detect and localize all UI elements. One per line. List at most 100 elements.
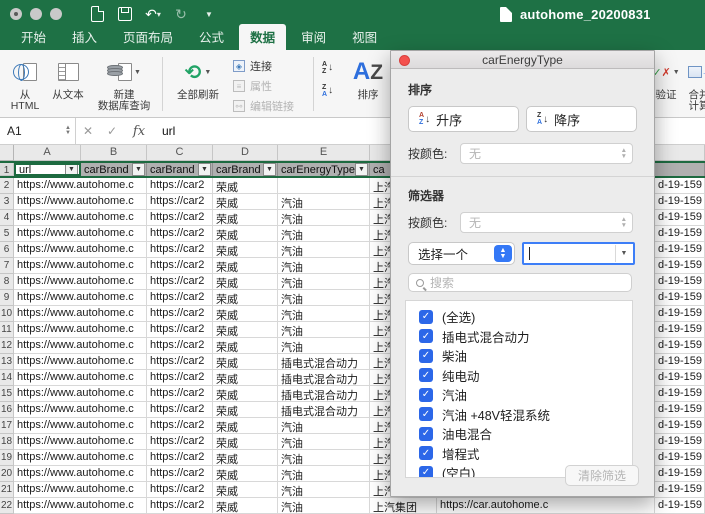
tab-view[interactable]: 视图 — [341, 24, 388, 50]
cell-d[interactable]: 荣威 — [213, 418, 278, 434]
row-number[interactable]: 7 — [0, 258, 14, 274]
tab-home[interactable]: 开始 — [10, 24, 57, 50]
edit-links-button[interactable]: ⚯ 编辑链接 — [233, 98, 303, 114]
checkbox-checked-icon[interactable]: ✓ — [419, 368, 433, 383]
cell-h[interactable]: d-19-159 — [655, 194, 705, 210]
checklist-item[interactable]: ✓ 插电式混合动力 — [419, 327, 632, 347]
cell-c[interactable]: https://car2 — [147, 242, 213, 258]
cell-e[interactable]: 插电式混合动力 — [278, 402, 370, 418]
cell-c[interactable]: https://car2 — [147, 338, 213, 354]
cell-c[interactable]: https://car2 — [147, 274, 213, 290]
filter-value-combobox[interactable]: ▼ — [522, 242, 635, 265]
cell-g[interactable]: https://car.autohome.c — [437, 498, 655, 514]
cell-ab[interactable]: https://www.autohome.c — [14, 370, 147, 386]
cell-e[interactable]: 汽油 — [278, 242, 370, 258]
checkbox-checked-icon[interactable]: ✓ — [419, 465, 433, 477]
cell-d[interactable]: 荣威 — [213, 226, 278, 242]
cell-c[interactable]: https://car2 — [147, 370, 213, 386]
cell-d[interactable]: 荣威 — [213, 194, 278, 210]
checkbox-checked-icon[interactable]: ✓ — [419, 329, 433, 344]
undo-icon[interactable]: ↶ ▾ — [144, 5, 162, 23]
cell-c[interactable]: https://car2 — [147, 386, 213, 402]
from-text-button[interactable]: 从文本 — [46, 53, 90, 115]
column-header-c[interactable]: C — [147, 145, 213, 161]
cell-e[interactable]: 汽油 — [278, 210, 370, 226]
filter-dropdown-icon[interactable]: ▼ — [355, 163, 368, 176]
cell-c[interactable]: https://car2 — [147, 258, 213, 274]
cell-h[interactable]: d-19-159 — [655, 210, 705, 226]
minimize-window-icon[interactable] — [30, 8, 42, 20]
header-cell-d[interactable]: carBrand ▼ — [213, 163, 278, 176]
sort-by-color-dropdown[interactable]: 无 ▲ ▼ — [460, 143, 633, 164]
data-validation-button[interactable]: ✓✗ ▼ 验证 — [651, 53, 681, 101]
filter-dropdown-icon[interactable]: ▼ — [198, 163, 211, 176]
cell-d[interactable]: 荣威 — [213, 178, 278, 194]
dialog-title-bar[interactable]: carEnergyType — [391, 51, 654, 69]
cell-c[interactable]: https://car2 — [147, 402, 213, 418]
checkbox-checked-icon[interactable]: ✓ — [419, 348, 433, 363]
cell-h[interactable]: d-19-159 — [655, 402, 705, 418]
cell-ab[interactable]: https://www.autohome.c — [14, 274, 147, 290]
row-number[interactable]: 14 — [0, 370, 14, 386]
cell-c[interactable]: https://car2 — [147, 178, 213, 194]
filter-dropdown-icon[interactable]: ▼ — [65, 165, 78, 174]
cell-e[interactable]: 汽油 — [278, 194, 370, 210]
cell-ab[interactable]: https://www.autohome.c — [14, 450, 147, 466]
properties-button[interactable]: ≡ 属性 — [233, 78, 303, 94]
checklist-item[interactable]: ✓ 纯电动 — [419, 366, 632, 386]
cell-ab[interactable]: https://www.autohome.c — [14, 306, 147, 322]
cell-h[interactable]: d-19-159 — [655, 338, 705, 354]
checkbox-checked-icon[interactable]: ✓ — [419, 387, 433, 402]
header-cell-e[interactable]: carEnergyType ▼ — [278, 163, 370, 176]
cell-f[interactable]: 上汽集团 — [370, 498, 437, 514]
from-html-button[interactable]: 从 HTML — [4, 53, 46, 115]
cell-e[interactable]: 汽油 — [278, 450, 370, 466]
name-box[interactable]: A1 ▲ ▼ — [0, 118, 76, 144]
row-number[interactable]: 17 — [0, 418, 14, 434]
cell-ab[interactable]: https://www.autohome.c — [14, 242, 147, 258]
row-number[interactable]: 16 — [0, 402, 14, 418]
cell-d[interactable]: 荣威 — [213, 274, 278, 290]
row-number[interactable]: 15 — [0, 386, 14, 402]
redo-icon[interactable]: ↻ — [172, 5, 190, 23]
cell-h[interactable]: d-19-159 — [655, 178, 705, 194]
cell-c[interactable]: https://car2 — [147, 498, 213, 514]
checklist-item[interactable]: ✓ 汽油 +48V轻混系统 — [419, 405, 632, 425]
cell-d[interactable]: 荣威 — [213, 498, 278, 514]
cell-c[interactable]: https://car2 — [147, 418, 213, 434]
checkbox-checked-icon[interactable]: ✓ — [419, 446, 433, 461]
cell-e[interactable]: 汽油 — [278, 258, 370, 274]
cell-h[interactable]: d-19-159 — [655, 290, 705, 306]
cell-ab[interactable]: https://www.autohome.c — [14, 290, 147, 306]
cell-d[interactable]: 荣威 — [213, 370, 278, 386]
choose-one-dropdown[interactable]: 选择一个 ▲ ▼ — [408, 242, 515, 265]
cell-d[interactable]: 荣威 — [213, 258, 278, 274]
cell-h[interactable]: d-19-159 — [655, 258, 705, 274]
filter-dropdown-icon[interactable]: ▼ — [132, 163, 145, 176]
select-all-corner[interactable] — [0, 145, 14, 161]
cell-h[interactable]: d-19-159 — [655, 482, 705, 498]
connections-button[interactable]: ◈ 连接 — [233, 58, 303, 74]
cell-d[interactable]: 荣威 — [213, 482, 278, 498]
cell-h[interactable]: d-19-159 — [655, 370, 705, 386]
clear-filter-button[interactable]: 清除筛选 — [565, 465, 639, 486]
name-box-stepper-icon[interactable]: ▲ ▼ — [65, 125, 71, 136]
checklist-item[interactable]: ✓ 汽油 — [419, 385, 632, 405]
cell-e[interactable]: 汽油 — [278, 322, 370, 338]
cell-h[interactable]: d-19-159 — [655, 354, 705, 370]
cell-ab[interactable]: https://www.autohome.c — [14, 258, 147, 274]
close-window-icon[interactable] — [10, 8, 22, 20]
cell-c[interactable]: https://car2 — [147, 306, 213, 322]
combo-dropdown-icon[interactable]: ▼ — [615, 245, 632, 262]
cell-ab[interactable]: https://www.autohome.c — [14, 402, 147, 418]
tab-page-layout[interactable]: 页面布局 — [112, 24, 184, 50]
cell-e[interactable]: 汽油 — [278, 434, 370, 450]
cell-d[interactable]: 荣威 — [213, 210, 278, 226]
cell-c[interactable]: https://car2 — [147, 290, 213, 306]
sort-ascending-dialog-button[interactable]: A Z ↓ 升序 — [408, 106, 519, 132]
new-database-query-button[interactable]: ▼ 新建 数据库查询 — [90, 53, 158, 115]
row-number[interactable]: 10 — [0, 306, 14, 322]
cell-e[interactable]: 插电式混合动力 — [278, 386, 370, 402]
checklist-item[interactable]: ✓ (全选) — [419, 307, 632, 327]
tab-insert[interactable]: 插入 — [61, 24, 108, 50]
